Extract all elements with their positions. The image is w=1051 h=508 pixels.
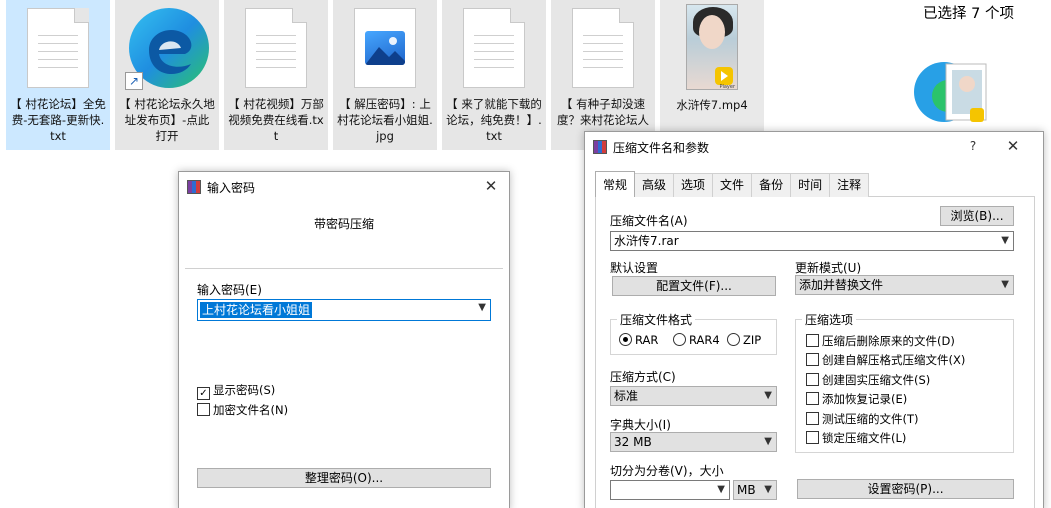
winrar-icon bbox=[187, 180, 201, 194]
password-input[interactable]: 上村花论坛看小姐姐 ▼ bbox=[197, 299, 491, 321]
tab-advanced[interactable]: 高级 bbox=[634, 173, 675, 197]
selection-count: 已选择 7 个项 bbox=[923, 6, 1014, 22]
file-label: 水浒传7.mp4 bbox=[676, 98, 748, 112]
password-value: 上村花论坛看小姐姐 bbox=[200, 302, 313, 318]
shortcut-arrow-icon: ↗ bbox=[125, 72, 143, 90]
image-file-icon bbox=[354, 8, 416, 88]
delete-after-checkbox[interactable]: 压缩后删除原来的文件(D) bbox=[806, 334, 955, 348]
set-password-button[interactable]: 设置密码(P)... bbox=[797, 479, 1014, 499]
tab-comment[interactable]: 注释 bbox=[829, 173, 870, 197]
create-sfx-checkbox[interactable]: 创建自解压格式压缩文件(X) bbox=[806, 353, 965, 367]
format-rar4-radio[interactable]: RAR4 bbox=[673, 333, 720, 347]
profiles-button[interactable]: 配置文件(F)... bbox=[612, 276, 776, 296]
format-rar-radio[interactable]: RAR bbox=[619, 333, 658, 347]
tab-files[interactable]: 文件 bbox=[712, 173, 753, 197]
close-icon[interactable]: ✕ bbox=[1001, 135, 1025, 157]
chevron-down-icon[interactable]: ▼ bbox=[1001, 232, 1009, 250]
close-icon[interactable]: ✕ bbox=[479, 175, 503, 197]
dictionary-select[interactable]: 32 MB ▼ bbox=[610, 432, 777, 452]
chevron-down-icon[interactable]: ▼ bbox=[1001, 276, 1009, 294]
file-label: 【 解压密码】: 上村花论坛看小姐姐.jpg bbox=[337, 97, 433, 143]
chevron-down-icon[interactable]: ▼ bbox=[764, 481, 772, 499]
text-file-icon bbox=[572, 8, 634, 88]
password-dialog: 输入密码 ✕ 带密码压缩 输入密码(E) 上村花论坛看小姐姐 ▼ ✓ 显示密码(S… bbox=[178, 171, 510, 508]
play-icon bbox=[715, 67, 733, 85]
archive-dialog-titlebar[interactable]: 压缩文件名和参数 ? ✕ bbox=[585, 132, 1043, 161]
archive-name-input[interactable]: 水浒传7.rar ▼ bbox=[610, 231, 1014, 251]
dialog-title: 输入密码 bbox=[207, 181, 256, 195]
show-password-checkbox[interactable]: ✓ 显示密码(S) bbox=[197, 383, 275, 400]
tab-general[interactable]: 常规 bbox=[595, 171, 636, 197]
file-label: 【 村花视频】万部视频免费在线看.txt bbox=[228, 97, 324, 143]
file-item[interactable]: 【 有种子却没速度？来村花论坛人工… bbox=[551, 0, 655, 150]
chevron-down-icon[interactable]: ▼ bbox=[478, 302, 486, 313]
file-label: 【 村花论坛】全免费-无套路-更新快.txt bbox=[10, 97, 106, 143]
tab-backup[interactable]: 备份 bbox=[751, 173, 792, 197]
checkmark-icon: ✓ bbox=[197, 387, 210, 400]
text-file-icon bbox=[27, 8, 89, 88]
file-item[interactable]: 【 解压密码】: 上村花论坛看小姐姐.jpg bbox=[333, 0, 437, 150]
options-group-title: 压缩选项 bbox=[802, 311, 857, 328]
file-label: 【 村花论坛永久地址发布页】-点此打开 bbox=[119, 97, 215, 143]
browse-button[interactable]: 浏览(B)... bbox=[940, 206, 1014, 226]
archive-name-label: 压缩文件名(A) bbox=[610, 214, 688, 228]
help-button[interactable]: ? bbox=[961, 135, 985, 157]
archive-dialog: 压缩文件名和参数 ? ✕ 常规 高级 选项 文件 备份 时间 注释 压缩文件名(… bbox=[584, 131, 1044, 508]
video-thumbnail-icon: Player bbox=[686, 4, 738, 90]
file-stack-icon bbox=[912, 52, 992, 142]
format-group: 压缩文件格式 RAR RAR4 ZIP bbox=[610, 311, 777, 355]
encrypt-filenames-checkbox[interactable]: 加密文件名(N) bbox=[197, 403, 288, 417]
method-label: 压缩方式(C) bbox=[610, 370, 676, 384]
text-file-icon bbox=[245, 8, 307, 88]
file-item[interactable]: ↗ 【 村花论坛永久地址发布页】-点此打开 bbox=[115, 0, 219, 150]
split-label: 切分为分卷(V)，大小 bbox=[610, 464, 724, 478]
create-solid-checkbox[interactable]: 创建固实压缩文件(S) bbox=[806, 373, 930, 387]
password-label: 输入密码(E) bbox=[197, 283, 262, 297]
details-pane: 已选择 7 个项 bbox=[886, 0, 1051, 150]
options-group: 压缩选项 压缩后删除原来的文件(D) 创建自解压格式压缩文件(X) 创建固实压缩… bbox=[795, 311, 1014, 453]
tab-options[interactable]: 选项 bbox=[673, 173, 714, 197]
dictionary-label: 字典大小(I) bbox=[610, 418, 671, 432]
tab-time[interactable]: 时间 bbox=[790, 173, 831, 197]
chevron-down-icon[interactable]: ▼ bbox=[717, 481, 725, 499]
file-item[interactable]: 【 村花视频】万部视频免费在线看.txt bbox=[224, 0, 328, 150]
organize-passwords-button[interactable]: 整理密码(O)... bbox=[197, 468, 491, 488]
tab-bar: 常规 高级 选项 文件 备份 时间 注释 bbox=[595, 171, 870, 197]
test-archive-checkbox[interactable]: 测试压缩的文件(T) bbox=[806, 412, 919, 426]
update-mode-label: 更新模式(U) bbox=[795, 261, 862, 275]
file-item[interactable]: Player 水浒传7.mp4 bbox=[660, 0, 764, 150]
password-dialog-titlebar[interactable]: 输入密码 ✕ bbox=[179, 172, 509, 201]
update-mode-select[interactable]: 添加并替换文件 ▼ bbox=[795, 275, 1014, 295]
recovery-record-checkbox[interactable]: 添加恢复记录(E) bbox=[806, 392, 907, 406]
chevron-down-icon[interactable]: ▼ bbox=[764, 387, 772, 405]
split-size-input[interactable]: ▼ bbox=[610, 480, 730, 500]
edge-shortcut-icon: ↗ bbox=[119, 6, 215, 90]
method-select[interactable]: 标准 ▼ bbox=[610, 386, 777, 406]
default-settings-label: 默认设置 bbox=[610, 261, 659, 275]
dialog-title: 压缩文件名和参数 bbox=[613, 141, 710, 155]
winrar-icon bbox=[593, 140, 607, 154]
chevron-down-icon[interactable]: ▼ bbox=[764, 433, 772, 451]
format-group-title: 压缩文件格式 bbox=[617, 311, 696, 328]
dialog-heading: 带密码压缩 bbox=[313, 217, 374, 231]
lock-archive-checkbox[interactable]: 锁定压缩文件(L) bbox=[806, 431, 906, 445]
text-file-icon bbox=[463, 8, 525, 88]
split-unit-select[interactable]: MB ▼ bbox=[733, 480, 777, 500]
file-label: 【 来了就能下载的论坛，纯免费！】.txt bbox=[446, 97, 542, 143]
file-item[interactable]: 【 来了就能下载的论坛，纯免费！】.txt bbox=[442, 0, 546, 150]
file-item[interactable]: 【 村花论坛】全免费-无套路-更新快.txt bbox=[6, 0, 110, 150]
format-zip-radio[interactable]: ZIP bbox=[727, 333, 761, 347]
